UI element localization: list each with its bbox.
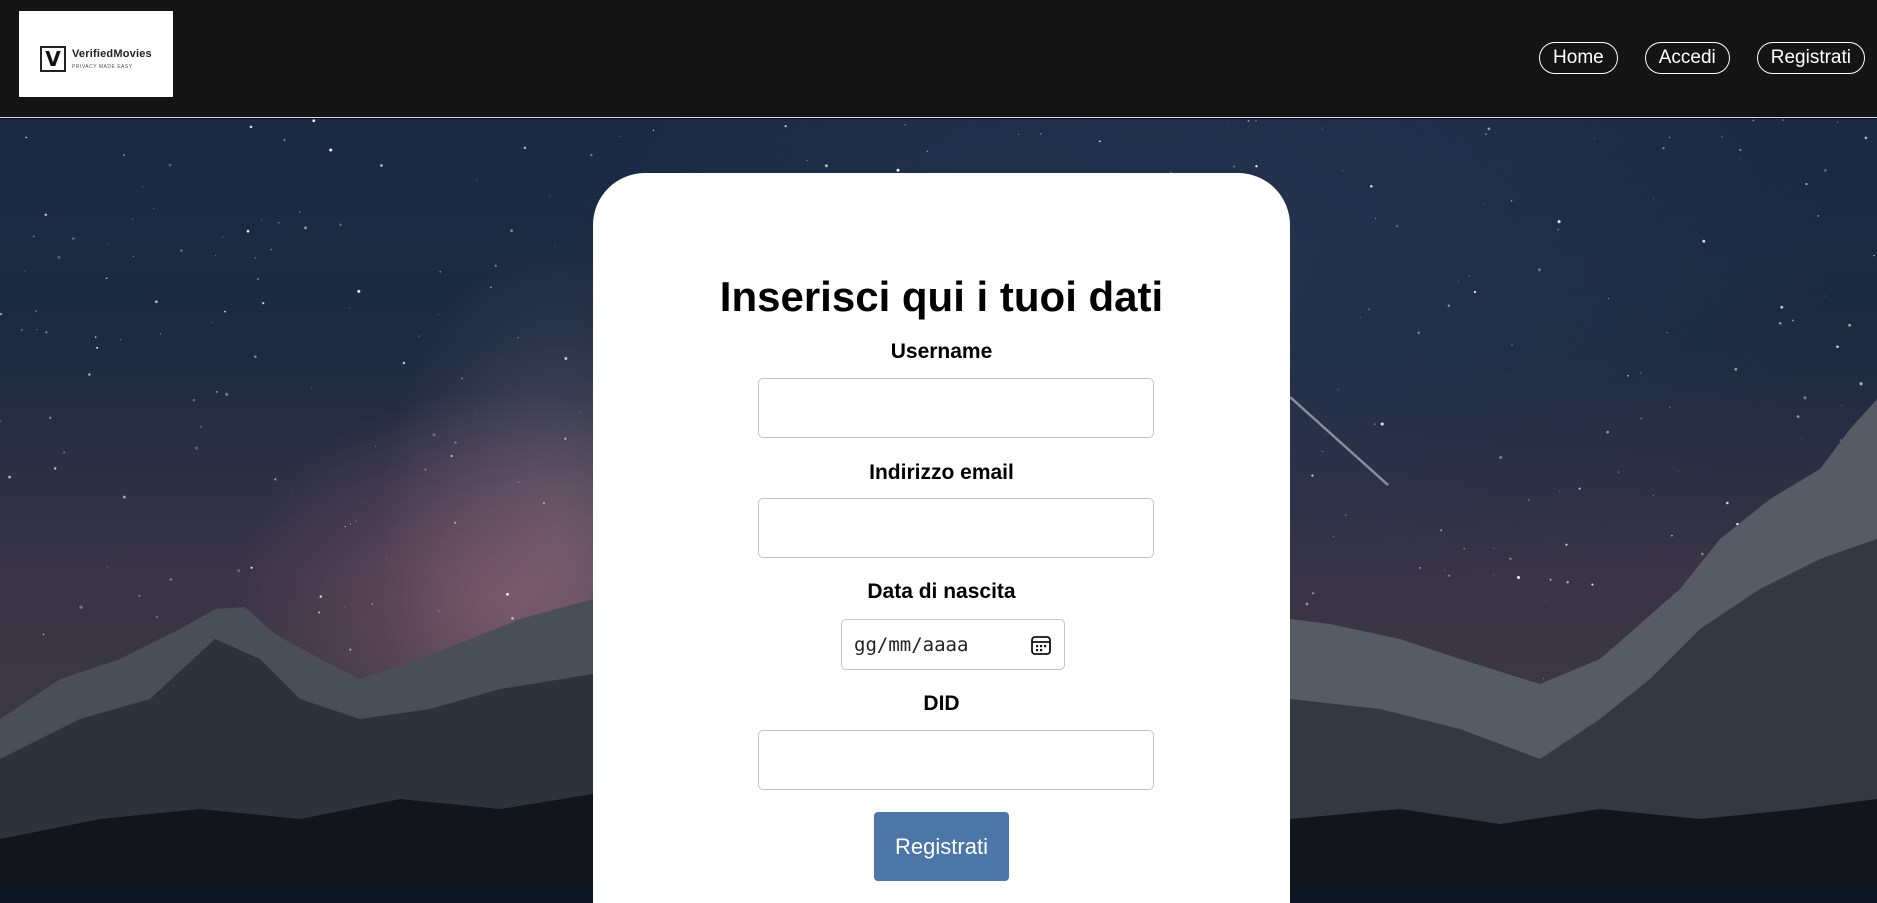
- navbar: V VerifiedMovies PRIVACY MADE EASY Home …: [0, 0, 1877, 118]
- did-input[interactable]: [758, 730, 1154, 790]
- register-submit-button[interactable]: Registrati: [874, 812, 1009, 881]
- nav-links: Home Accedi Registrati: [1539, 42, 1865, 74]
- birthdate-label: Data di nascita: [867, 580, 1016, 603]
- birthdate-input[interactable]: gg/mm/aaaa: [841, 619, 1065, 670]
- username-input[interactable]: [758, 378, 1154, 438]
- birthdate-placeholder: gg/mm/aaaa: [854, 634, 969, 656]
- calendar-icon[interactable]: [1030, 634, 1052, 656]
- email-input[interactable]: [758, 498, 1154, 558]
- email-label: Indirizzo email: [869, 461, 1014, 484]
- nav-login-button[interactable]: Accedi: [1644, 42, 1730, 74]
- username-label: Username: [890, 340, 993, 363]
- nav-register-button[interactable]: Registrati: [1756, 42, 1865, 74]
- logo-name: VerifiedMovies: [72, 48, 152, 60]
- form-title: Inserisci qui i tuoi dati: [719, 273, 1164, 320]
- brand-logo[interactable]: V VerifiedMovies PRIVACY MADE EASY: [19, 11, 173, 97]
- nav-home-button[interactable]: Home: [1539, 42, 1618, 74]
- did-label: DID: [923, 692, 960, 715]
- logo-tagline: PRIVACY MADE EASY: [72, 64, 133, 70]
- logo-v-icon: V: [40, 46, 66, 72]
